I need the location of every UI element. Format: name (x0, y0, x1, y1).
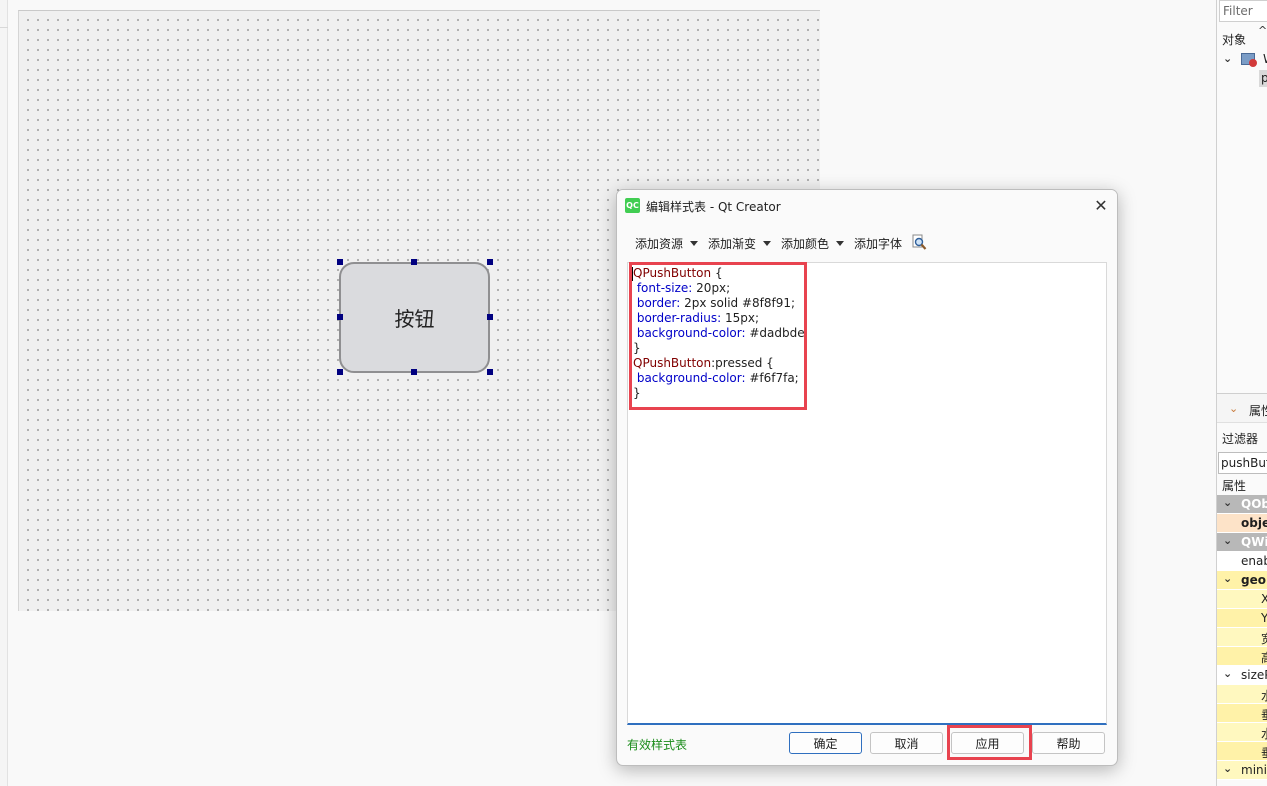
search-icon[interactable] (910, 234, 928, 252)
dropdown-arrow-icon (690, 240, 699, 246)
chevron-down-icon[interactable]: ⌄ (1229, 402, 1238, 415)
property-row[interactable]: enabled (1217, 552, 1267, 571)
property-editor-header: ⌄ 属性 (1217, 393, 1267, 423)
object-column-header: 对象 (1222, 33, 1247, 47)
close-icon: ✕ (1094, 195, 1108, 215)
dialog-title-bar[interactable]: QC 编辑样式表 - Qt Creator ✕ (617, 190, 1117, 221)
dropdown-arrow-icon (836, 240, 845, 246)
chevron-down-icon[interactable]: ⌄ (1223, 52, 1232, 65)
stylesheet-toolbar: 添加资源 添加渐变 添加颜色 添加字体 (635, 233, 928, 253)
add-gradient-menu[interactable]: 添加渐变 (708, 235, 772, 252)
dialog-title: 编辑样式表 - Qt Creator (646, 200, 781, 214)
resize-handle-br[interactable] (487, 369, 493, 375)
resize-handle-bc[interactable] (411, 369, 417, 375)
add-font-button[interactable]: 添加字体 (854, 235, 902, 252)
add-color-menu[interactable]: 添加颜色 (781, 235, 845, 252)
close-button[interactable]: ✕ (1091, 195, 1111, 215)
property-row[interactable]: 高 (1217, 647, 1267, 666)
add-resource-menu[interactable]: 添加资源 (635, 235, 699, 252)
code-highlight-box (629, 262, 807, 410)
left-dock-edge (0, 0, 8, 786)
property-row[interactable]: 水 (1217, 685, 1267, 704)
qt-designer-window: 按钮 Filter 对象 ^ ⌄ W p ⌄ 属性 过滤器 pushButton… (0, 0, 1267, 786)
object-filter-input[interactable]: Filter (1219, 0, 1267, 22)
valid-stylesheet-status: 有效样式表 (627, 738, 688, 752)
property-row[interactable]: 水 (1217, 723, 1267, 742)
help-button[interactable]: 帮助 (1032, 732, 1105, 754)
property-row[interactable]: ⌄geometry (1217, 571, 1267, 590)
property-filter-label: 过滤器 (1222, 432, 1259, 446)
tree-item-widget[interactable]: W (1263, 52, 1267, 66)
property-row[interactable]: Y (1217, 609, 1267, 628)
property-row[interactable]: 垂 (1217, 704, 1267, 723)
property-row[interactable]: 宽 (1217, 628, 1267, 647)
push-button-label: 按钮 (394, 307, 435, 331)
property-group-row[interactable]: ⌄QWid (1217, 533, 1267, 552)
resize-handle-bl[interactable] (337, 369, 343, 375)
push-button-widget[interactable]: 按钮 (339, 262, 490, 373)
apply-highlight-box (947, 725, 1032, 760)
resize-handle-mr[interactable] (487, 314, 493, 320)
resize-handle-tl[interactable] (337, 259, 343, 265)
property-row[interactable]: ⌄minimumSize (1217, 761, 1267, 780)
resize-handle-ml[interactable] (337, 314, 343, 320)
tree-item-pushbutton[interactable]: p (1259, 70, 1267, 87)
stylesheet-text-editor[interactable]: QPushButton { font-size: 20px; border: 2… (627, 262, 1107, 725)
chevron-down-icon[interactable]: ^ (1258, 24, 1267, 37)
qt-creator-logo-icon: QC (625, 198, 640, 213)
right-dock-panel: Filter 对象 ^ ⌄ W p ⌄ 属性 过滤器 pushButton 属性… (1216, 0, 1267, 786)
edit-stylesheet-dialog: QC 编辑样式表 - Qt Creator ✕ 添加资源 添加渐变 添加颜色 添… (616, 189, 1118, 766)
ok-button[interactable]: 确定 (789, 732, 862, 754)
property-row[interactable]: 垂 (1217, 742, 1267, 761)
property-row[interactable]: X (1217, 590, 1267, 609)
widget-error-icon (1249, 59, 1257, 67)
property-column-header: 属性 (1222, 479, 1247, 493)
resize-handle-tc[interactable] (411, 259, 417, 265)
cancel-button[interactable]: 取消 (870, 732, 943, 754)
resize-handle-tr[interactable] (487, 259, 493, 265)
property-group-row[interactable]: ⌄QObj (1217, 495, 1267, 514)
dropdown-arrow-icon (763, 240, 772, 246)
property-row[interactable]: ⌄sizePolicy (1217, 666, 1267, 685)
property-filter-input[interactable]: pushButton (1218, 452, 1267, 474)
property-row[interactable]: objectName (1217, 514, 1267, 533)
